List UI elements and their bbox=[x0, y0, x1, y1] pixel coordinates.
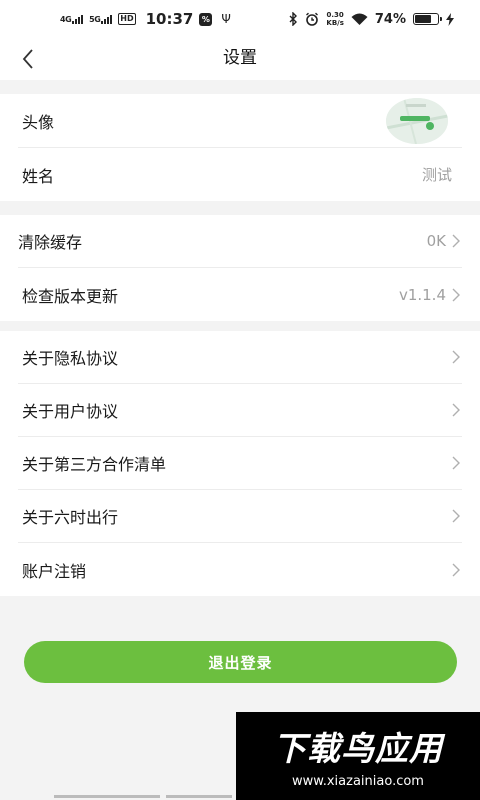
watermark-title: 下载鸟应用 bbox=[273, 729, 443, 768]
avatar-map-image bbox=[386, 97, 448, 144]
bluetooth-icon bbox=[289, 12, 298, 26]
network-5g-indicator: 5G bbox=[89, 14, 113, 24]
chevron-right-icon bbox=[452, 349, 462, 365]
avatar[interactable] bbox=[386, 97, 448, 144]
third-party-list-label: 关于第三方合作清单 bbox=[22, 455, 167, 474]
account-deletion-label: 账户注销 bbox=[22, 561, 87, 581]
speed-unit: KB/s bbox=[326, 19, 344, 27]
clear-cache-label: 清除缓存 bbox=[18, 233, 83, 252]
alarm-icon bbox=[306, 12, 319, 26]
network-5g-label: 5G bbox=[89, 14, 101, 24]
home-indicator bbox=[166, 795, 232, 798]
chevron-right-icon bbox=[452, 455, 462, 471]
battery-percent: 74% bbox=[374, 11, 406, 27]
third-party-list-row[interactable]: 关于第三方合作清单 bbox=[18, 437, 462, 490]
check-update-row[interactable]: 检查版本更新 v1.1.4 bbox=[18, 268, 462, 321]
network-speed: 0.30 KB/s bbox=[326, 11, 343, 27]
privacy-policy-label: 关于隐私协议 bbox=[22, 349, 119, 368]
home-indicator bbox=[54, 795, 160, 798]
notification-app-icon: % bbox=[199, 12, 213, 26]
about-group: 关于隐私协议 关于用户协议 关于第三方合作清单 关于六时出行 账户注销 bbox=[0, 331, 480, 596]
privacy-policy-row[interactable]: 关于隐私协议 bbox=[18, 331, 462, 384]
usb-icon: Ψ bbox=[221, 12, 231, 26]
network-4g-label: 4G bbox=[60, 14, 72, 24]
user-agreement-label: 关于用户协议 bbox=[22, 402, 119, 421]
name-row[interactable]: 姓名 测试 bbox=[18, 148, 462, 201]
watermark-url: www.xiazainiao.com bbox=[292, 774, 424, 789]
chevron-right-icon bbox=[452, 402, 462, 418]
cache-size-value: 0K bbox=[426, 232, 446, 250]
chevron-right-icon bbox=[452, 287, 462, 303]
nav-bar: 设置 bbox=[0, 38, 480, 80]
logout-button[interactable]: 退出登录 bbox=[24, 641, 457, 683]
account-deletion-row[interactable]: 账户注销 bbox=[18, 543, 462, 596]
hd-voice-icon: HD bbox=[118, 13, 136, 25]
name-value: 测试 bbox=[421, 166, 452, 184]
check-update-label: 检查版本更新 bbox=[22, 286, 119, 306]
speed-value: 0.30 bbox=[326, 11, 344, 19]
chevron-right-icon bbox=[452, 508, 462, 524]
battery-fill bbox=[415, 15, 432, 23]
avatar-row[interactable]: 头像 bbox=[18, 94, 462, 148]
status-right: 0.30 KB/s 74% bbox=[289, 11, 454, 27]
signal-bars-icon bbox=[101, 14, 113, 24]
clock: 10:37 bbox=[145, 10, 194, 28]
status-left: 4G 5G HD 10:37 % Ψ bbox=[60, 10, 231, 28]
about-app-row[interactable]: 关于六时出行 bbox=[18, 490, 462, 543]
version-value: v1.1.4 bbox=[398, 285, 446, 304]
name-label: 姓名 bbox=[22, 166, 55, 186]
charging-icon bbox=[446, 12, 454, 26]
about-app-label: 关于六时出行 bbox=[22, 508, 119, 527]
chevron-right-icon bbox=[452, 562, 462, 578]
chevron-right-icon bbox=[452, 233, 462, 249]
watermark: 下载鸟应用 www.xiazainiao.com bbox=[236, 712, 480, 800]
profile-group: 头像 姓名 测试 bbox=[0, 94, 480, 201]
clear-cache-row[interactable]: 清除缓存 0K bbox=[18, 215, 462, 268]
status-bar: 4G 5G HD 10:37 % Ψ 0.30 KB/s 74% bbox=[0, 0, 480, 38]
wifi-icon bbox=[351, 13, 368, 25]
network-4g-indicator: 4G bbox=[60, 14, 84, 24]
signal-bars-icon bbox=[72, 14, 84, 24]
page-title: 设置 bbox=[223, 48, 257, 68]
battery-icon bbox=[413, 13, 442, 25]
system-group: 清除缓存 0K 检查版本更新 v1.1.4 bbox=[0, 215, 480, 321]
user-agreement-row[interactable]: 关于用户协议 bbox=[18, 384, 462, 437]
avatar-label: 头像 bbox=[22, 112, 55, 132]
